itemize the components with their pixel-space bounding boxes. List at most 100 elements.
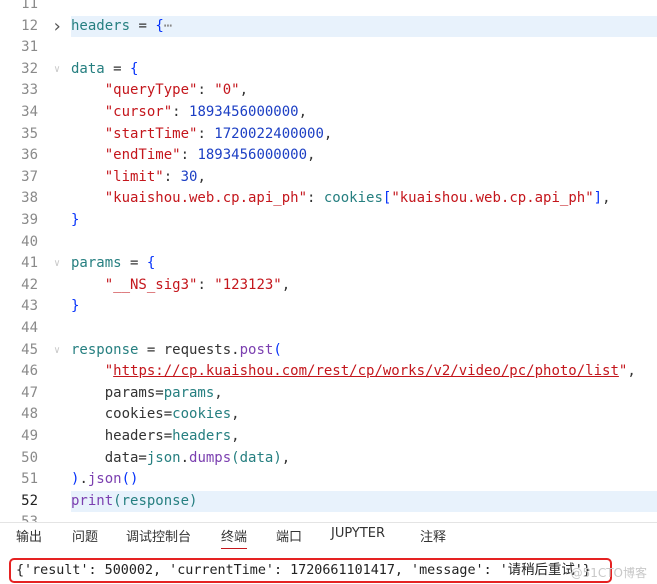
code-token: } [71,212,80,228]
code-token: headers= [71,428,173,444]
panel-tab[interactable]: JUPYTER [331,526,385,541]
line-number: 32 [21,60,38,77]
line-number: 49 [21,428,38,444]
code-token: ( [113,492,122,509]
code-token: 1893456000000 [189,104,299,120]
fold-chevron-down-icon[interactable]: ∨ [50,59,64,81]
line-number: 43 [21,298,38,315]
code-line[interactable]: 12 › headers = {⋯ [0,15,657,38]
code-editor[interactable]: 11 12 › headers = {⋯ 31 32 ∨ data = {33 "queryT… [0,0,657,523]
code-token: params [71,255,122,272]
line-number: 42 [21,276,38,293]
code-token: "kuaishou.web.cp.api_ph" [391,190,594,207]
line-number: 34 [21,104,38,120]
line-number: 50 [21,449,38,466]
fold-chevron-down-icon[interactable]: ∨ [50,253,64,275]
code-token: ) [273,449,282,466]
code-token: , [323,125,333,142]
code-line[interactable]: 38 "kuaishou.web.cp.api_ph": cookies["ku… [0,188,657,210]
code-line[interactable]: 40 [0,232,657,254]
code-token: "limit" [104,168,164,185]
code-line[interactable]: 36 "endTime": 1893456000000, [0,145,657,167]
code-token: , [281,276,291,293]
code-text: "https://cp.kuaishou.com/rest/cp/works/v… [71,361,636,383]
code-text: headers=headers, [71,426,240,448]
code-token: headers [172,428,232,444]
code-token: : [172,104,190,120]
code-line[interactable]: 41 ∨ params = { [0,253,657,275]
code-line[interactable]: 49 headers=headers, [0,426,657,448]
line-number: 53 [21,514,38,523]
code-token: response [121,492,190,509]
code-token: , [602,190,611,207]
code-line[interactable]: 33 "queryType": "0", [0,80,657,102]
code-token: , [281,449,291,466]
code-token: "0" [214,82,240,99]
code-token: { [155,17,164,34]
code-token: ] [593,190,603,207]
code-line[interactable]: 45 ∨ response = requests.post( [0,340,657,362]
bottom-panel: 输出 问题 调试控制台 终端 端口 JUPYTER 注释 {'result': 500002… [0,524,657,584]
code-line[interactable]: 39} [0,210,657,232]
fold-chevron-down-icon[interactable]: ∨ [50,340,64,362]
line-number: 48 [21,406,38,423]
code-line[interactable]: 37 "limit": 30, [0,167,657,189]
code-token: ⋯ [163,17,173,34]
code-token: , [627,363,636,380]
code-line[interactable]: 51).json() [0,469,657,491]
code-token: json [87,471,122,488]
panel-tab[interactable]: 注释 [420,526,446,545]
panel-tab[interactable]: 端口 [276,526,302,545]
code-line[interactable]: 47 params=params, [0,383,657,405]
line-number: 35 [21,125,38,142]
code-text: "endTime": 1893456000000, [71,145,316,167]
terminal-output[interactable]: {'result': 500002, 'currentTime': 172066… [9,558,612,583]
code-token: : [163,168,181,185]
code-token: cookies= [71,406,173,423]
code-token: = [138,341,164,358]
code-token: , [214,384,223,401]
code-token: post [239,341,274,358]
line-number: 41 [21,255,38,272]
code-token: json [146,449,181,466]
code-token: requests. [163,341,240,358]
code-line[interactable]: 52 print(response) [0,490,657,513]
code-text: "cursor": 1893456000000, [71,102,307,124]
code-token: : [307,190,324,207]
code-token: 1893456000000 [197,147,308,164]
code-token: "123123" [214,276,282,293]
code-token: print [71,492,114,509]
code-token: "queryType" [104,82,198,99]
code-line[interactable]: 46 "https://cp.kuaishou.com/rest/cp/work… [0,361,657,383]
panel-tab[interactable]: 输出 [16,526,42,545]
code-token: params [163,384,215,401]
code-token: { [130,60,139,77]
code-line[interactable]: 48 cookies=cookies, [0,404,657,426]
code-token: ( [273,341,282,358]
fold-chevron-right-icon[interactable]: › [50,16,64,38]
code-token: } [71,298,80,315]
panel-tab[interactable]: 调试控制台 [126,526,191,545]
code-line[interactable]: 53 [0,512,657,523]
panel-tab[interactable]: 问题 [72,526,98,545]
code-token: : [197,276,215,293]
code-token: ( [231,449,240,466]
code-line[interactable]: 42 "__NS_sig3": "123123", [0,275,657,297]
line-number: 31 [21,39,38,56]
code-line[interactable]: 32 ∨ data = { [0,59,657,81]
code-line[interactable]: 31 [0,37,657,59]
code-token: "__NS_sig3" [104,276,198,293]
code-token: = [130,17,156,34]
code-line[interactable]: 11 [0,0,657,16]
code-line[interactable]: 44 [0,318,657,340]
code-line[interactable]: 50 data=json.dumps(data), [0,448,657,470]
code-line[interactable]: 34 "cursor": 1893456000000, [0,102,657,124]
panel-tab[interactable]: 终端 [221,526,248,549]
code-line[interactable]: 35 "startTime": 1720022400000, [0,124,657,146]
code-token: 1720022400000 [214,125,324,142]
code-token: https://cp.kuaishou.com/rest/cp/works/v2… [113,363,619,380]
code-line[interactable]: 43} [0,296,657,318]
